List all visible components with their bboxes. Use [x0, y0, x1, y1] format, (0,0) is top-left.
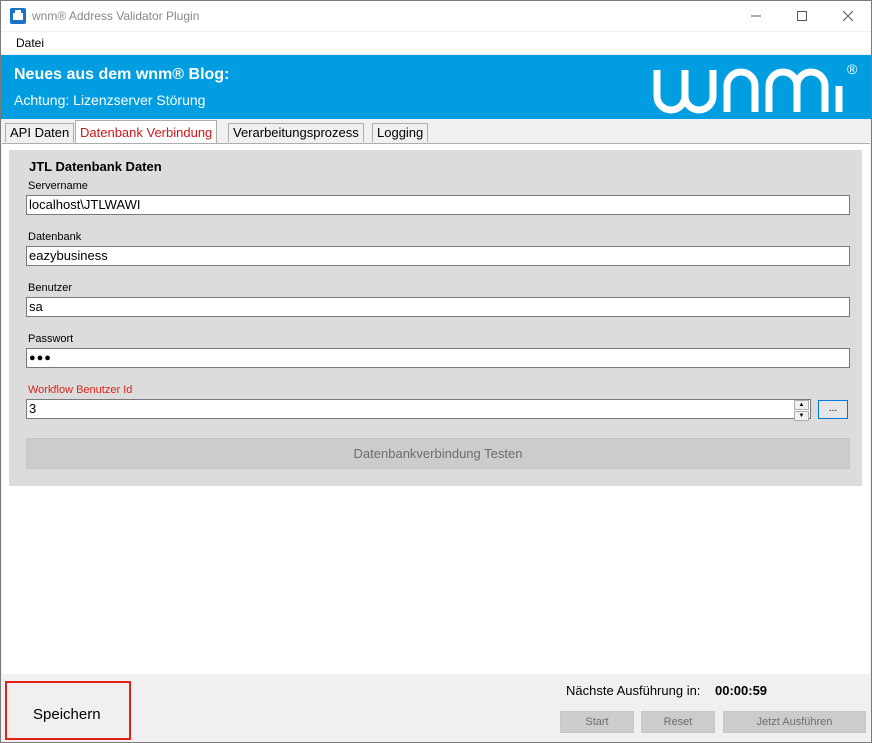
- menu-file[interactable]: Datei: [16, 36, 44, 50]
- minimize-icon: [751, 15, 761, 17]
- group-title: JTL Datenbank Daten: [29, 159, 162, 174]
- logo-registered-mark: ®: [847, 61, 858, 77]
- servername-label: Servername: [28, 180, 88, 192]
- tab-strip: API Daten Datenbank Verbindung Verarbeit…: [1, 120, 871, 144]
- servername-input[interactable]: localhost\JTLWAWI: [26, 195, 850, 215]
- close-icon: [843, 11, 853, 21]
- user-input[interactable]: sa: [26, 297, 850, 317]
- database-label: Datenbank: [28, 231, 82, 243]
- blog-banner: Neues aus dem wnm® Blog: Achtung: Lizenz…: [1, 55, 871, 119]
- next-run-countdown: 00:00:59: [715, 683, 768, 698]
- title-bar: wnm® Address Validator Plugin: [1, 1, 871, 31]
- maximize-icon: [797, 11, 807, 21]
- workflow-user-id-label: Workflow Benutzer Id: [28, 384, 133, 396]
- tab-datenbank-verbindung[interactable]: Datenbank Verbindung: [75, 120, 218, 144]
- close-button[interactable]: [825, 1, 871, 31]
- wnm-logo: ®: [653, 61, 858, 114]
- password-label: Passwort: [28, 333, 74, 345]
- tab-logging[interactable]: Logging: [372, 123, 429, 142]
- maximize-button[interactable]: [779, 1, 825, 31]
- spin-up-icon[interactable]: ▲: [794, 400, 809, 410]
- banner-title[interactable]: Neues aus dem wnm® Blog:: [14, 66, 229, 84]
- user-label: Benutzer: [28, 282, 73, 294]
- tab-api-daten[interactable]: API Daten: [5, 123, 75, 142]
- tab-verarbeitungsprozess[interactable]: Verarbeitungsprozess: [228, 123, 364, 142]
- workflow-user-id-stepper[interactable]: ▲ ▼: [794, 400, 809, 421]
- run-now-button[interactable]: Jetzt Ausführen: [723, 711, 866, 733]
- password-input[interactable]: ●●●: [26, 348, 850, 368]
- test-connection-button[interactable]: Datenbankverbindung Testen: [26, 438, 850, 469]
- reset-button[interactable]: Reset: [641, 711, 715, 733]
- app-window: wnm® Address Validator Plugin Datei Neue…: [0, 0, 872, 743]
- minimize-button[interactable]: [733, 1, 779, 31]
- app-icon: [10, 8, 26, 24]
- window-title: wnm® Address Validator Plugin: [32, 9, 200, 23]
- browse-user-button[interactable]: ...: [818, 400, 848, 419]
- start-button[interactable]: Start: [560, 711, 634, 733]
- banner-subtitle[interactable]: Achtung: Lizenzserver Störung: [14, 92, 205, 108]
- database-input[interactable]: eazybusiness: [26, 246, 850, 266]
- save-button[interactable]: Speichern: [33, 706, 101, 723]
- spin-down-icon[interactable]: ▼: [794, 411, 809, 421]
- menu-bar: Datei: [1, 32, 871, 54]
- next-run-label: Nächste Ausführung in:: [566, 683, 701, 698]
- workflow-user-id-input[interactable]: 3: [26, 399, 811, 419]
